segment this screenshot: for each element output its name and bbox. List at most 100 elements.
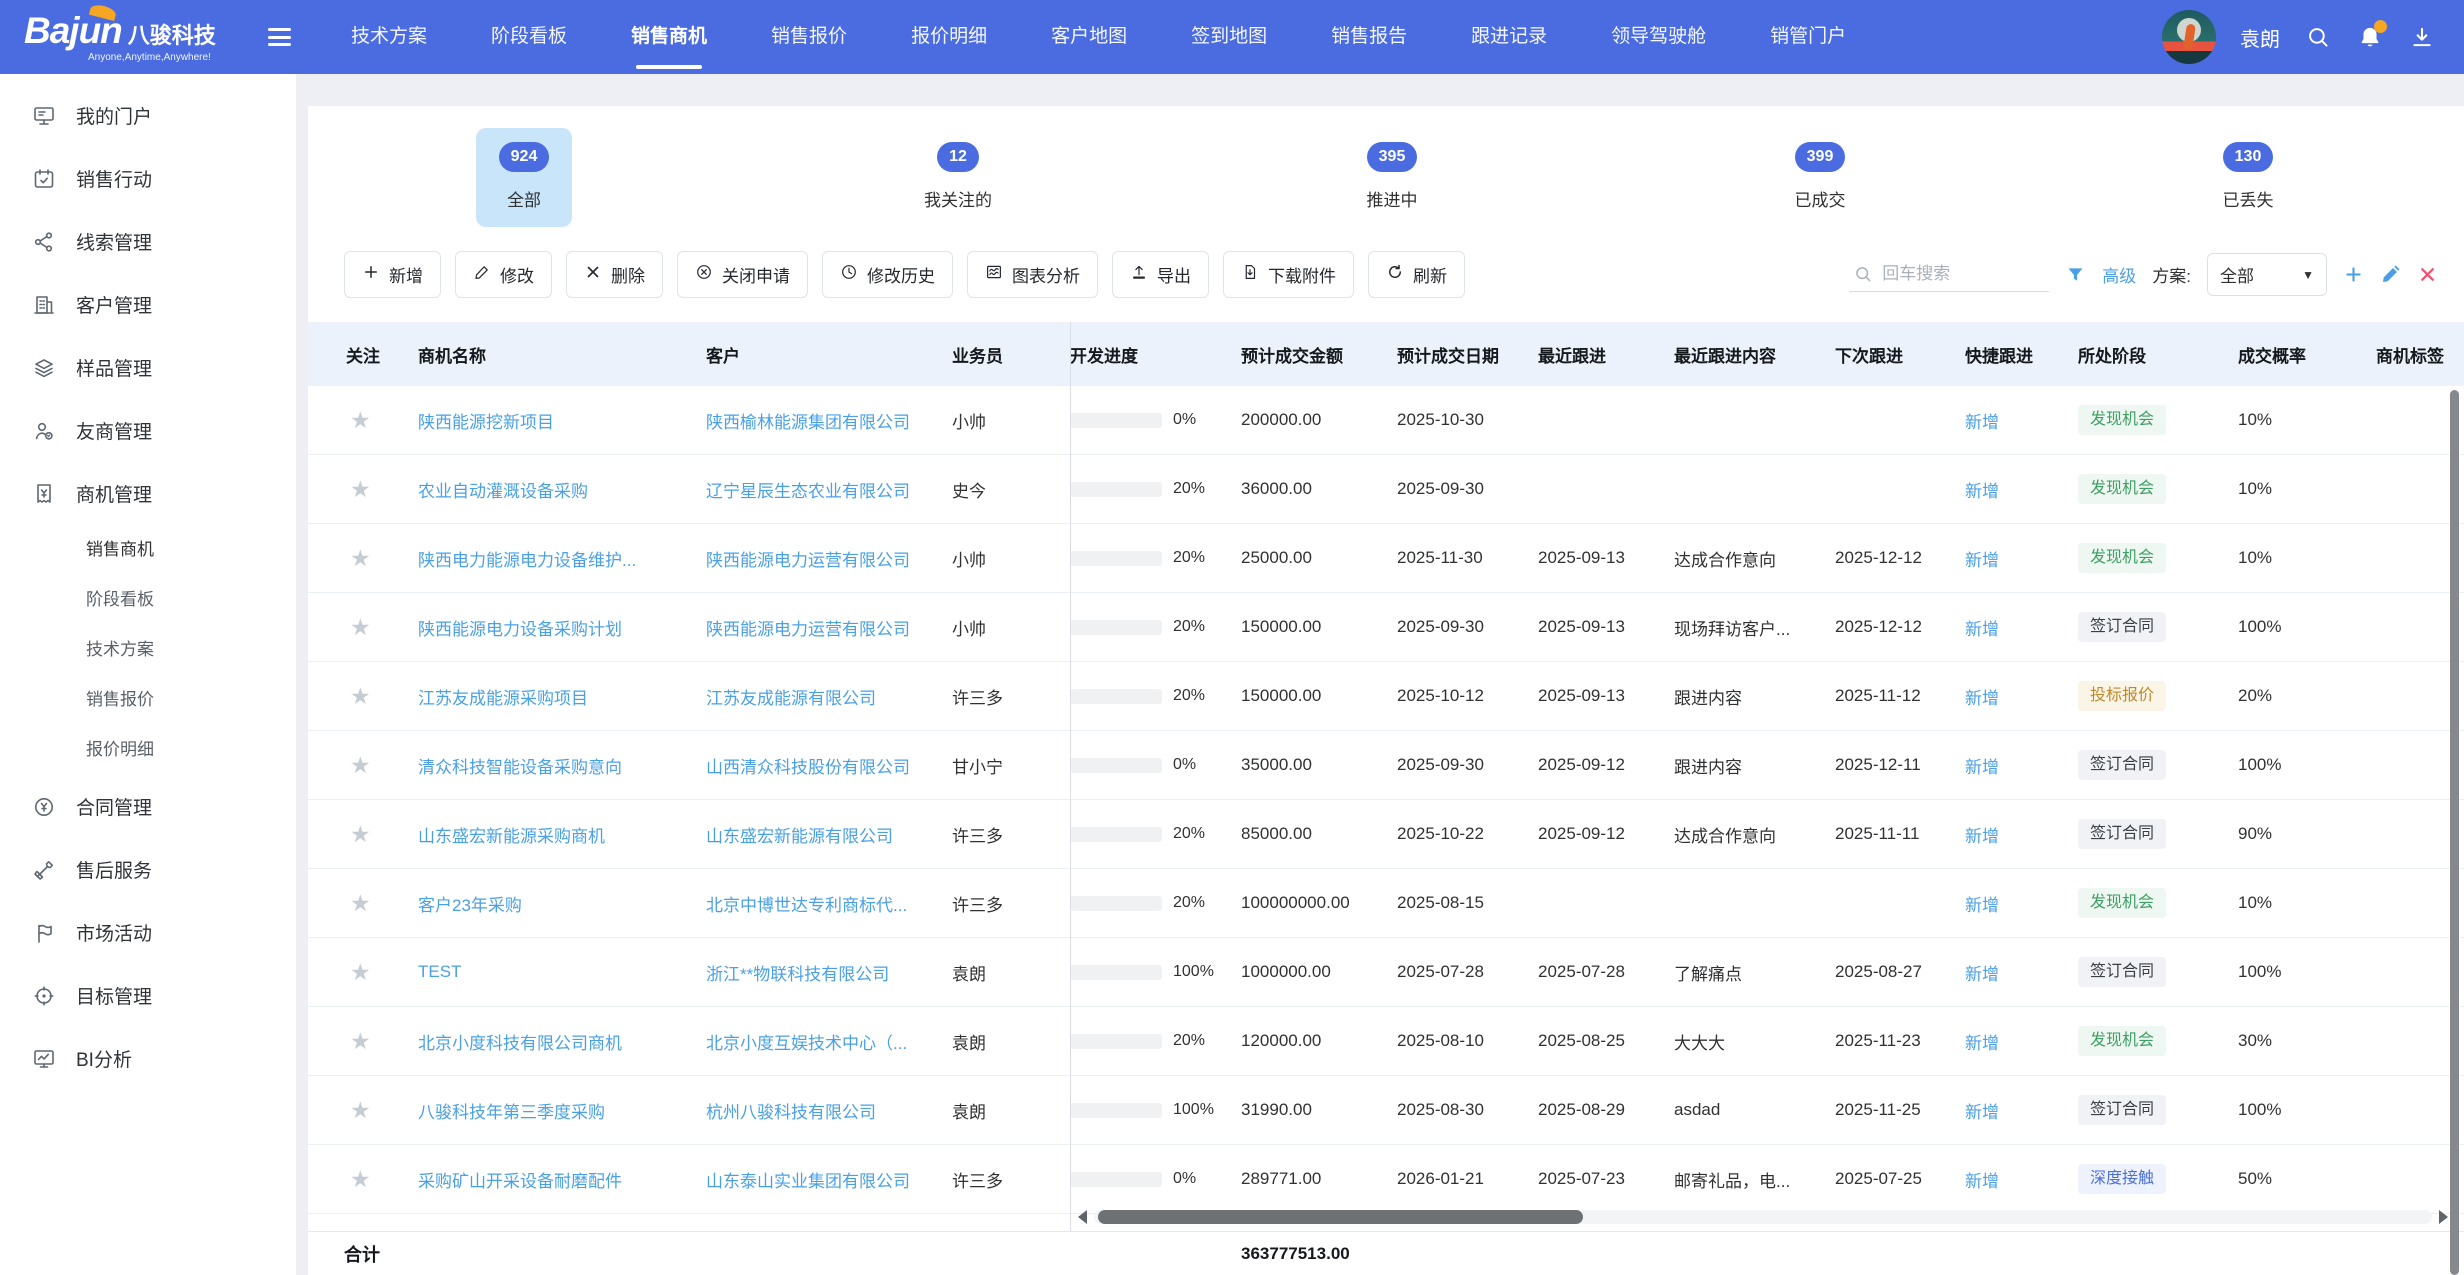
nav-item[interactable]: 技术方案 xyxy=(319,0,459,74)
customer-link[interactable]: 山西清众科技股份有限公司 xyxy=(706,758,910,777)
customer-link[interactable]: 北京中博世达专利商标代... xyxy=(706,896,907,915)
column-header[interactable]: 预计成交日期 xyxy=(1397,342,1538,367)
stat-tab[interactable]: 399已成交 xyxy=(1772,128,1868,227)
column-header[interactable]: 成交概率 xyxy=(2238,342,2376,367)
toolbar-button[interactable]: 新增 xyxy=(344,251,441,298)
nav-item[interactable]: 销售商机 xyxy=(599,0,739,74)
scheme-select[interactable]: 全部 ▼ xyxy=(2207,253,2327,296)
stat-tab[interactable]: 395推进中 xyxy=(1344,128,1440,227)
opportunity-link[interactable]: 农业自动灌溉设备采购 xyxy=(418,482,588,501)
toolbar-button[interactable]: 导出 xyxy=(1112,251,1209,298)
star-icon[interactable]: ★ xyxy=(350,614,371,640)
opportunity-link[interactable]: 江苏友成能源采购项目 xyxy=(418,689,588,708)
column-header[interactable]: 商机标签 xyxy=(2376,342,2464,367)
notification-bell-icon[interactable] xyxy=(2356,23,2384,51)
nav-item[interactable]: 签到地图 xyxy=(1159,0,1299,74)
customer-link[interactable]: 浙江**物联科技有限公司 xyxy=(706,965,889,984)
opportunity-link[interactable]: 陕西电力能源电力设备维护... xyxy=(418,551,636,570)
column-header[interactable]: 最近跟进内容 xyxy=(1674,342,1835,367)
delete-scheme-icon[interactable] xyxy=(2417,264,2438,285)
opportunity-link[interactable]: 清众科技智能设备采购意向 xyxy=(418,758,622,777)
opportunity-link[interactable]: 八骏科技年第三季度采购 xyxy=(418,1103,605,1122)
column-header[interactable]: 最近跟进 xyxy=(1538,342,1674,367)
sidebar-subitem[interactable]: 报价明细 xyxy=(0,725,296,775)
star-icon[interactable]: ★ xyxy=(350,821,371,847)
filter-funnel-icon[interactable] xyxy=(2065,264,2086,285)
nav-item[interactable]: 销售报价 xyxy=(739,0,879,74)
sidebar-item[interactable]: 样品管理 xyxy=(0,336,296,399)
quick-follow-link[interactable]: 新增 xyxy=(1965,827,1999,846)
star-icon[interactable]: ★ xyxy=(350,752,371,778)
customer-link[interactable]: 陕西榆林能源集团有限公司 xyxy=(706,413,910,432)
quick-follow-link[interactable]: 新增 xyxy=(1965,1103,1999,1122)
scroll-left-arrow-icon[interactable] xyxy=(1078,1210,1087,1224)
column-header[interactable]: 预计成交金额 xyxy=(1241,342,1397,367)
stat-tab[interactable]: 924全部 xyxy=(476,128,572,227)
star-icon[interactable]: ★ xyxy=(350,959,371,985)
sidebar-subitem[interactable]: 销售商机 xyxy=(0,525,296,575)
quick-follow-link[interactable]: 新增 xyxy=(1965,689,1999,708)
scroll-right-arrow-icon[interactable] xyxy=(2439,1210,2448,1224)
customer-link[interactable]: 陕西能源电力运营有限公司 xyxy=(706,620,910,639)
sidebar-subitem[interactable]: 销售报价 xyxy=(0,675,296,725)
column-header[interactable]: 关注 xyxy=(308,342,418,367)
sidebar-item[interactable]: 线索管理 xyxy=(0,210,296,273)
customer-link[interactable]: 陕西能源电力运营有限公司 xyxy=(706,551,910,570)
vertical-scroll-thumb[interactable] xyxy=(2450,390,2459,1275)
download-icon[interactable] xyxy=(2408,23,2436,51)
customer-link[interactable]: 山东盛宏新能源有限公司 xyxy=(706,827,893,846)
sidebar-item[interactable]: 友商管理 xyxy=(0,399,296,462)
column-header[interactable]: 商机名称 xyxy=(418,342,706,367)
toolbar-button[interactable]: 刷新 xyxy=(1368,251,1465,298)
sidebar-item[interactable]: 客户管理 xyxy=(0,273,296,336)
menu-toggle-icon[interactable] xyxy=(268,24,291,51)
opportunity-link[interactable]: 采购矿山开采设备耐磨配件 xyxy=(418,1172,622,1191)
customer-link[interactable]: 辽宁星辰生态农业有限公司 xyxy=(706,482,910,501)
sidebar-item[interactable]: 商机管理 xyxy=(0,462,296,525)
horizontal-scrollbar[interactable] xyxy=(1078,1209,2448,1225)
toolbar-button[interactable]: 删除 xyxy=(566,251,663,298)
toolbar-button[interactable]: 修改 xyxy=(455,251,552,298)
nav-item[interactable]: 销管门户 xyxy=(1738,0,1878,74)
opportunity-link[interactable]: 陕西能源挖新项目 xyxy=(418,413,554,432)
sidebar-subitem[interactable]: 阶段看板 xyxy=(0,575,296,625)
vertical-scrollbar[interactable] xyxy=(2450,390,2459,1275)
search-icon[interactable] xyxy=(2304,23,2332,51)
sidebar-item[interactable]: 市场活动 xyxy=(0,901,296,964)
sidebar-item[interactable]: 目标管理 xyxy=(0,964,296,1027)
nav-item[interactable]: 跟进记录 xyxy=(1439,0,1579,74)
horizontal-scroll-track[interactable] xyxy=(1094,1210,2432,1224)
customer-link[interactable]: 北京小度互娱技术中心（... xyxy=(706,1034,907,1053)
opportunity-link[interactable]: 山东盛宏新能源采购商机 xyxy=(418,827,605,846)
sidebar-item[interactable]: BI分析 xyxy=(0,1027,296,1090)
toolbar-button[interactable]: 下载附件 xyxy=(1223,251,1354,298)
quick-follow-link[interactable]: 新增 xyxy=(1965,965,1999,984)
quick-follow-link[interactable]: 新增 xyxy=(1965,482,1999,501)
horizontal-scroll-thumb[interactable] xyxy=(1098,1210,1583,1224)
opportunity-link[interactable]: 陕西能源电力设备采购计划 xyxy=(418,620,622,639)
star-icon[interactable]: ★ xyxy=(350,1097,371,1123)
quick-follow-link[interactable]: 新增 xyxy=(1965,1034,1999,1053)
star-icon[interactable]: ★ xyxy=(350,545,371,571)
sidebar-item[interactable]: 我的门户 xyxy=(0,84,296,147)
sidebar-item[interactable]: 合同管理 xyxy=(0,775,296,838)
search-input[interactable] xyxy=(1882,264,2038,284)
quick-follow-link[interactable]: 新增 xyxy=(1965,413,1999,432)
stat-tab[interactable]: 12我关注的 xyxy=(904,128,1012,227)
column-header[interactable]: 下次跟进 xyxy=(1835,342,1965,367)
star-icon[interactable]: ★ xyxy=(350,1166,371,1192)
sidebar-item[interactable]: 销售行动 xyxy=(0,147,296,210)
column-header[interactable]: 快捷跟进 xyxy=(1965,342,2078,367)
user-name[interactable]: 袁朗 xyxy=(2240,23,2280,52)
toolbar-button[interactable]: 修改历史 xyxy=(822,251,953,298)
opportunity-link[interactable]: 北京小度科技有限公司商机 xyxy=(418,1034,622,1053)
sidebar-item[interactable]: 售后服务 xyxy=(0,838,296,901)
opportunity-link[interactable]: TEST xyxy=(418,962,461,981)
star-icon[interactable]: ★ xyxy=(350,476,371,502)
nav-item[interactable]: 领导驾驶舱 xyxy=(1579,0,1738,74)
user-avatar[interactable] xyxy=(2162,10,2216,64)
quick-follow-link[interactable]: 新增 xyxy=(1965,1172,1999,1191)
column-header[interactable]: 开发进度 xyxy=(1070,342,1241,367)
customer-link[interactable]: 江苏友成能源有限公司 xyxy=(706,689,876,708)
star-icon[interactable]: ★ xyxy=(350,407,371,433)
